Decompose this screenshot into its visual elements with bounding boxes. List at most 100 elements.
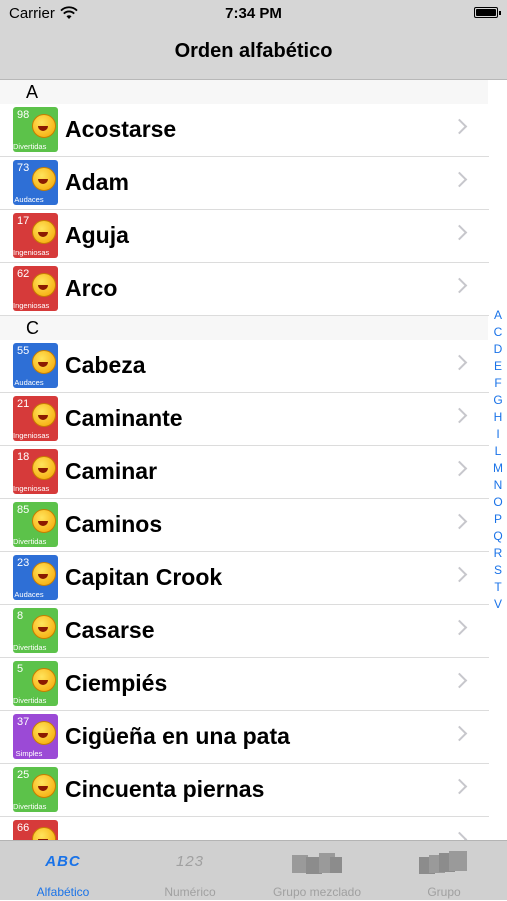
word-list[interactable]: A 98 Divertidas Acostarse 73 Audaces Adam 17 Ing… bbox=[0, 80, 507, 840]
laughing-face-icon bbox=[32, 403, 56, 427]
list-item[interactable]: 25 Divertidas Cincuenta piernas bbox=[0, 764, 489, 817]
category-label: Ingeniosas bbox=[13, 248, 50, 257]
index-letter[interactable]: T bbox=[489, 579, 507, 596]
list-item[interactable]: 8 Divertidas Casarse bbox=[0, 605, 489, 658]
category-label: Audaces bbox=[14, 590, 44, 599]
category-label: Audaces bbox=[14, 195, 44, 204]
tab-alfabetico[interactable]: ABC Alfabético bbox=[0, 841, 126, 901]
chevron-right-icon bbox=[451, 725, 468, 742]
category-label: Ingeniosas bbox=[13, 431, 50, 440]
item-title: Caminar bbox=[65, 458, 158, 484]
item-number: 5 bbox=[17, 663, 24, 675]
list-item[interactable]: 73 Audaces Adam bbox=[0, 157, 489, 210]
item-title: Aguja bbox=[65, 222, 129, 248]
item-title: Acostarse bbox=[65, 116, 177, 142]
index-letter[interactable]: M bbox=[489, 460, 507, 477]
category-label: Divertidas bbox=[13, 643, 47, 652]
category-label: Divertidas bbox=[13, 537, 47, 546]
chevron-right-icon bbox=[451, 277, 468, 294]
index-letter[interactable]: R bbox=[489, 545, 507, 562]
laughing-face-icon bbox=[32, 456, 56, 480]
index-letter[interactable]: P bbox=[489, 511, 507, 528]
abc-icon: ABC bbox=[45, 853, 81, 870]
laughing-face-icon bbox=[32, 273, 56, 297]
index-letter[interactable]: S bbox=[489, 562, 507, 579]
list-item[interactable]: 66 bbox=[0, 817, 489, 840]
status-bar: Carrier 7:34 PM bbox=[0, 0, 507, 28]
item-number: 73 bbox=[17, 162, 30, 174]
index-letter[interactable]: H bbox=[489, 409, 507, 426]
item-title: Cabeza bbox=[65, 352, 146, 378]
list-item[interactable]: 5 Divertidas Ciempiés bbox=[0, 658, 489, 711]
item-title: Casarse bbox=[65, 617, 155, 643]
category-thumbnail: 66 bbox=[13, 820, 58, 840]
list-item[interactable]: 98 Divertidas Acostarse bbox=[0, 104, 489, 157]
clock: 7:34 PM bbox=[225, 5, 282, 22]
index-letter[interactable]: D bbox=[489, 341, 507, 358]
index-letter[interactable]: V bbox=[489, 596, 507, 613]
index-letter[interactable]: E bbox=[489, 358, 507, 375]
laughing-face-icon bbox=[32, 114, 56, 138]
chevron-right-icon bbox=[451, 224, 468, 241]
index-letter[interactable]: G bbox=[489, 392, 507, 409]
laughing-face-icon bbox=[32, 509, 56, 533]
laughing-face-icon bbox=[32, 774, 56, 798]
navigation-header: Carrier 7:34 PM Orden alfabético bbox=[0, 0, 507, 80]
tab-label: Numérico bbox=[164, 885, 216, 899]
numbers-icon: 123 bbox=[175, 853, 205, 870]
index-letter[interactable]: O bbox=[489, 494, 507, 511]
category-thumbnail: 98 Divertidas bbox=[13, 107, 58, 152]
item-title: Caminos bbox=[65, 511, 163, 537]
category-thumbnail: 37 Simples bbox=[13, 714, 58, 759]
section-index[interactable]: ACDEFGHILMNOPQRSTV bbox=[489, 307, 507, 613]
list-item[interactable]: 21 Ingeniosas Caminante bbox=[0, 393, 489, 446]
index-letter[interactable]: N bbox=[489, 477, 507, 494]
list-item[interactable]: 55 Audaces Cabeza bbox=[0, 340, 489, 393]
list-item[interactable]: 85 Divertidas Caminos bbox=[0, 499, 489, 552]
index-letter[interactable]: A bbox=[489, 307, 507, 324]
chevron-right-icon bbox=[451, 118, 468, 135]
item-number: 21 bbox=[17, 398, 30, 410]
list-item[interactable]: 37 Simples Cigüeña en una pata bbox=[0, 711, 489, 764]
chevron-right-icon bbox=[451, 672, 468, 689]
index-letter[interactable]: L bbox=[489, 443, 507, 460]
tab-grupo-mezclado[interactable]: Grupo mezclado bbox=[254, 841, 380, 901]
item-number: 23 bbox=[17, 557, 30, 569]
category-label: Ingeniosas bbox=[13, 484, 50, 493]
laughing-face-icon bbox=[32, 350, 56, 374]
category-label: Divertidas bbox=[13, 696, 47, 705]
item-title: Cincuenta piernas bbox=[65, 776, 265, 802]
chevron-right-icon bbox=[451, 171, 468, 188]
cards-mixed-icon bbox=[292, 853, 342, 874]
index-letter[interactable]: Q bbox=[489, 528, 507, 545]
item-number: 17 bbox=[17, 215, 30, 227]
laughing-face-icon bbox=[32, 562, 56, 586]
index-letter[interactable]: I bbox=[489, 426, 507, 443]
item-number: 25 bbox=[17, 769, 30, 781]
index-letter[interactable]: F bbox=[489, 375, 507, 392]
laughing-face-icon bbox=[32, 827, 56, 840]
chevron-right-icon bbox=[451, 460, 468, 477]
item-title: Adam bbox=[65, 169, 129, 195]
index-letter[interactable]: C bbox=[489, 324, 507, 341]
item-number: 66 bbox=[17, 822, 30, 834]
chevron-right-icon bbox=[451, 513, 468, 530]
list-item[interactable]: 17 Ingeniosas Aguja bbox=[0, 210, 489, 263]
list-item[interactable]: 23 Audaces Capitan Crook bbox=[0, 552, 489, 605]
chevron-right-icon bbox=[451, 619, 468, 636]
item-title: Capitan Crook bbox=[65, 564, 223, 590]
list-item[interactable]: 18 Ingeniosas Caminar bbox=[0, 446, 489, 499]
tab-grupo[interactable]: Grupo bbox=[381, 841, 507, 901]
tab-label: Grupo bbox=[427, 885, 461, 899]
category-thumbnail: 62 Ingeniosas bbox=[13, 266, 58, 311]
list-item[interactable]: 62 Ingeniosas Arco bbox=[0, 263, 489, 316]
category-label: Simples bbox=[15, 749, 43, 758]
category-thumbnail: 73 Audaces bbox=[13, 160, 58, 205]
laughing-face-icon bbox=[32, 668, 56, 692]
tab-numerico[interactable]: 123 Numérico bbox=[127, 841, 253, 901]
item-title: Caminante bbox=[65, 405, 183, 431]
category-thumbnail: 18 Ingeniosas bbox=[13, 449, 58, 494]
tab-label: Grupo mezclado bbox=[272, 885, 362, 899]
page-title: Orden alfabético bbox=[174, 40, 333, 62]
item-title: Cigüeña en una pata bbox=[65, 723, 290, 749]
